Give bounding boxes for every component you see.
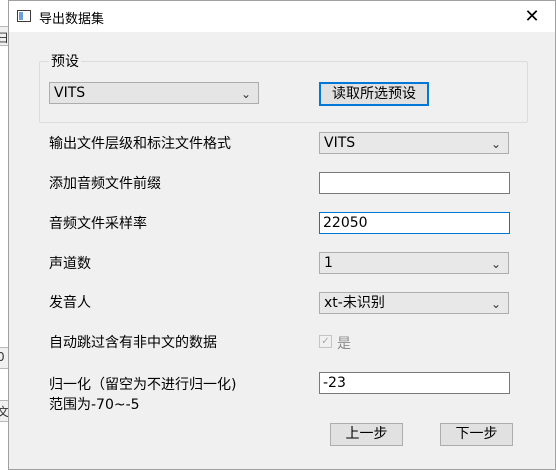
skip-non-chinese-checkbox-label: 是 (337, 336, 351, 352)
dialog-title: 导出数据集 (39, 12, 105, 27)
sample-rate-input[interactable]: 22050 (319, 212, 510, 234)
speaker-select[interactable]: xt-未识别 ⌄ (319, 292, 509, 314)
skip-non-chinese-label: 自动跳过含有非中文的数据 (49, 335, 217, 351)
normalize-input[interactable]: -23 (319, 372, 510, 394)
normalize-label: 归一化（留空为不进行归一化) (49, 377, 237, 393)
preset-select[interactable]: VITS ⌄ (49, 82, 259, 104)
load-preset-button[interactable]: 读取所选预设 (319, 82, 429, 106)
next-step-button[interactable]: 下一步 (440, 423, 513, 446)
check-icon: ✓ (319, 335, 332, 348)
chevron-down-icon: ⌄ (240, 87, 251, 101)
preset-select-value: VITS (54, 85, 86, 101)
speaker-value: xt-未识别 (324, 295, 385, 311)
chevron-down-icon: ⌄ (490, 257, 501, 271)
channels-value: 1 (324, 255, 333, 271)
close-button[interactable]: ✕ (509, 1, 555, 32)
chevron-down-icon: ⌄ (490, 137, 501, 151)
window-icon (17, 10, 31, 22)
prev-step-button[interactable]: 上一步 (330, 423, 403, 446)
audio-prefix-input[interactable] (319, 172, 510, 194)
sample-rate-label: 音频文件采样率 (49, 216, 147, 232)
normalize-range-label: 范围为-70~-5 (49, 397, 140, 413)
preset-group-legend: 预设 (49, 51, 81, 71)
export-dataset-dialog: 导出数据集 ✕ 预设 VITS ⌄ 读取所选预设 输出文件层级和标注文件格式 V… (8, 0, 556, 470)
speaker-label: 发音人 (49, 295, 91, 311)
chevron-down-icon: ⌄ (490, 297, 501, 311)
title-bar: 导出数据集 ✕ (9, 1, 555, 32)
output-format-label: 输出文件层级和标注文件格式 (49, 136, 231, 152)
output-format-select[interactable]: VITS ⌄ (319, 132, 509, 154)
channels-select[interactable]: 1 ⌄ (319, 252, 509, 274)
audio-prefix-label: 添加音频文件前缀 (49, 176, 161, 192)
output-format-value: VITS (324, 135, 356, 151)
channels-label: 声道数 (49, 256, 91, 272)
